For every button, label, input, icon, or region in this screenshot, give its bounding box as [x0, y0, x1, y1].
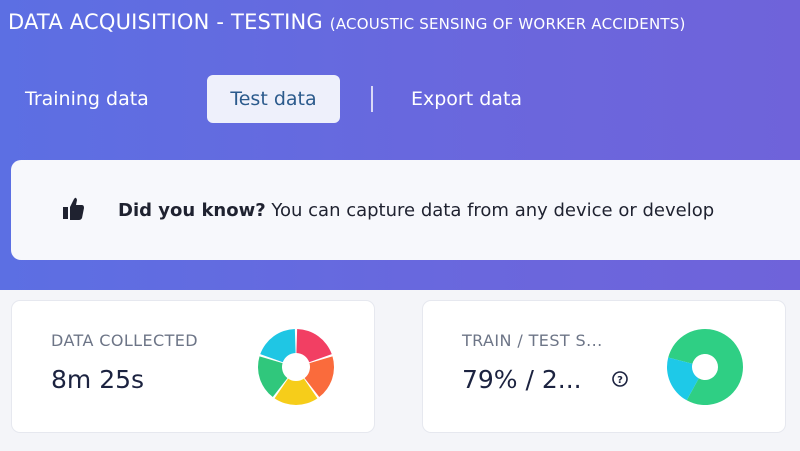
tip-body: You can capture data from any device or …	[265, 200, 715, 221]
page-title-main: DATA ACQUISITION - TESTING	[8, 10, 323, 34]
thumbs-up-icon	[63, 197, 84, 220]
data-collected-slice-4	[260, 329, 296, 363]
page-title-project: (ACOUSTIC SENSING OF WORKER ACCIDENTS)	[329, 15, 686, 33]
page-title: DATA ACQUISITION - TESTING (ACOUSTIC SEN…	[8, 10, 686, 34]
data-collected-card: DATA COLLECTED 8m 25s	[11, 300, 375, 433]
tip-text: Did you know? You can capture data from …	[118, 200, 714, 221]
tab-separator	[371, 86, 373, 112]
tab-test-data[interactable]: Test data	[207, 75, 340, 123]
data-collected-value: 8m 25s	[51, 365, 145, 394]
train-test-split-value: 79% / 2...	[462, 365, 582, 394]
split-donut-icon	[667, 329, 743, 405]
did-you-know-banner: Did you know? You can capture data from …	[11, 160, 800, 260]
svg-text:?: ?	[617, 375, 623, 386]
tab-bar: Training data Test data Export data	[0, 75, 800, 123]
data-collected-slice-0	[296, 329, 332, 363]
tab-training-data[interactable]: Training data	[25, 75, 149, 123]
train-test-split-label: TRAIN / TEST S...	[462, 331, 603, 350]
tab-export-data[interactable]: Export data	[411, 75, 522, 123]
data-collected-label: DATA COLLECTED	[51, 331, 198, 350]
page-header-banner: DATA ACQUISITION - TESTING (ACOUSTIC SEN…	[0, 0, 800, 290]
question-circle-icon[interactable]: ?	[611, 370, 629, 388]
multicolor-donut-icon	[258, 329, 334, 405]
tip-bold: Did you know?	[118, 200, 266, 221]
train-test-split-card: TRAIN / TEST S... 79% / 2... ?	[422, 300, 786, 433]
